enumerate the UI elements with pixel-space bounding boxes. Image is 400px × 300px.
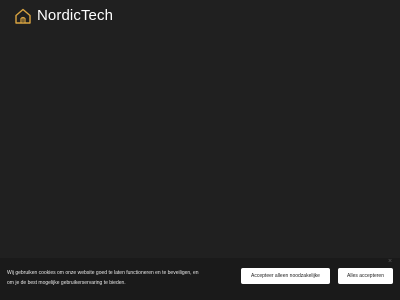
cookie-message-line-1: Wij gebruiken cookies om onze website go… xyxy=(7,270,199,276)
house-icon[interactable] xyxy=(14,7,32,25)
cookie-banner: × Wij gebruiken cookies om onze website … xyxy=(0,258,400,300)
accept-all-button[interactable]: Alles accepteren xyxy=(338,268,393,284)
logo-house-svg xyxy=(15,8,31,24)
brand-name[interactable]: NordicTech xyxy=(37,7,113,25)
cookie-message-line-2: om je de best mogelijke gebruikerservari… xyxy=(7,280,126,286)
page: NordicTech × Wij gebruiken cookies om on… xyxy=(0,0,400,300)
cookie-message: Wij gebruiken cookies om onze website go… xyxy=(7,268,207,288)
accept-necessary-button[interactable]: Accepteer alleen noodzakelijke xyxy=(241,268,330,284)
site-header: NordicTech xyxy=(14,7,113,25)
close-icon[interactable]: × xyxy=(386,258,394,266)
